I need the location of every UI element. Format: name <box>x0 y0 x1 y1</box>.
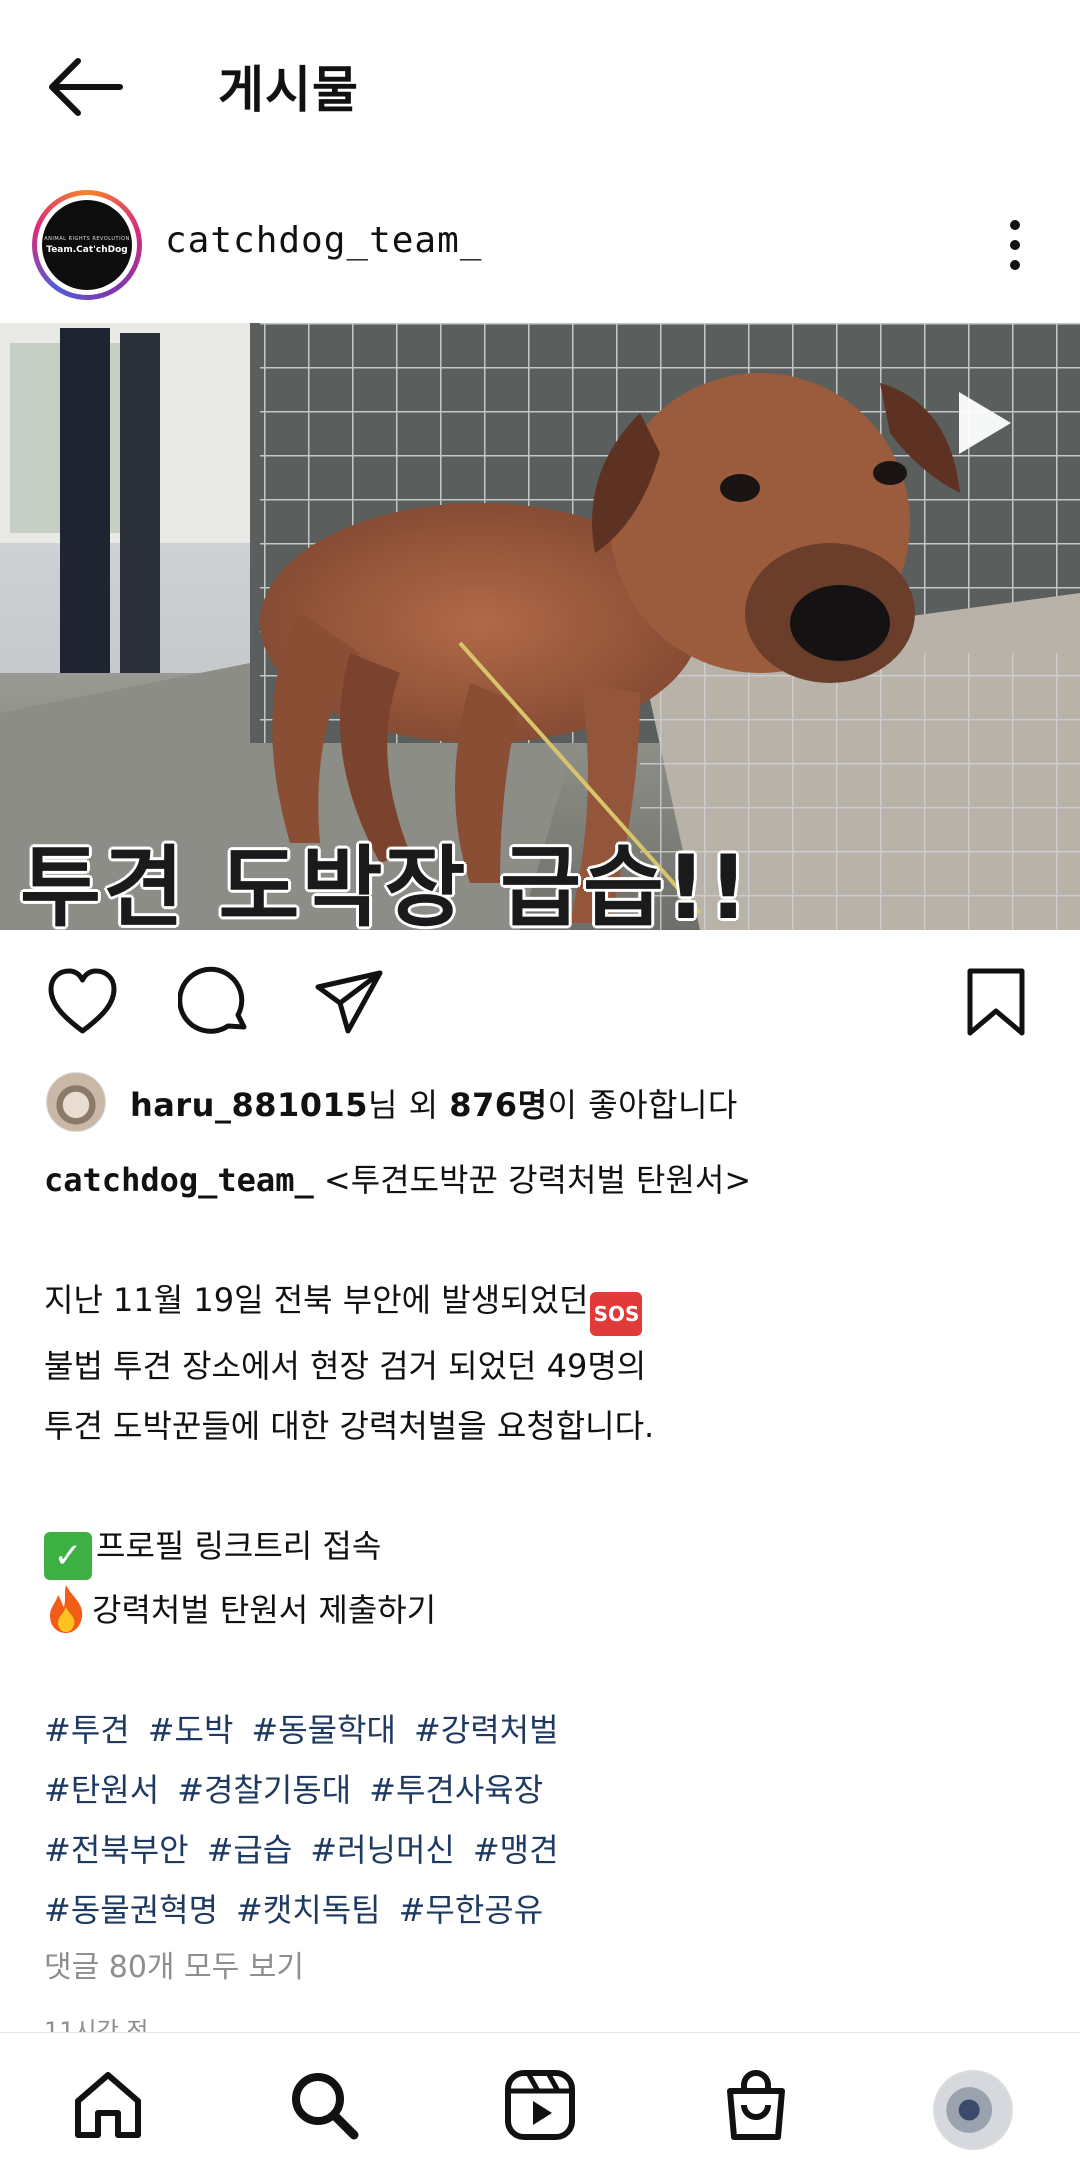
fire-emoji <box>50 1585 83 1633</box>
likes-middle: 님 외 <box>368 1086 450 1124</box>
liker-avatar <box>46 1072 106 1132</box>
video-play-icon[interactable] <box>955 388 1015 458</box>
author-username[interactable]: catchdog_team_ <box>165 220 482 261</box>
hashtag-row: #전북부안 #급습 #러닝머신 #맹견 <box>44 1820 1044 1880</box>
arrow-left-icon <box>49 58 123 116</box>
comment-icon <box>177 966 247 1034</box>
sos-emoji: SOS <box>590 1292 643 1336</box>
hashtag[interactable]: #러닝머신 <box>310 1831 455 1869</box>
likes-count[interactable]: 876명 <box>449 1086 547 1124</box>
nav-shop-button[interactable] <box>718 2067 794 2143</box>
nav-reels-button[interactable] <box>502 2067 578 2143</box>
hashtag[interactable]: #동물권혁명 <box>44 1891 218 1929</box>
media-overlay-text: 투견 도박장 급습!! <box>20 836 751 930</box>
post-author-row: ANIMAL RIGHTS REVOLUTION Team.Cat'chDog … <box>0 185 1080 305</box>
hashtag-list: #투견 #도박 #동물학대 #강력처벌 #탄원서 #경찰기동대 #투견사육장 #전북부안 #… <box>44 1700 1044 1940</box>
post-timestamp: 11시간 전 <box>44 2017 149 2034</box>
nav-search-button[interactable] <box>286 2067 362 2143</box>
shop-icon <box>727 2070 785 2140</box>
hashtag[interactable]: #전북부안 <box>44 1831 189 1869</box>
more-vertical-icon <box>1010 220 1020 270</box>
post-media[interactable]: 투견 도박장 급습!! <box>0 323 1080 930</box>
send-icon <box>315 970 383 1034</box>
nav-home-button[interactable] <box>70 2067 146 2143</box>
check-mark-emoji: ✓ <box>44 1532 92 1580</box>
hashtag[interactable]: #동물학대 <box>251 1711 396 1749</box>
hashtag[interactable]: #도박 <box>148 1711 234 1749</box>
bookmark-icon <box>967 968 1025 1036</box>
top-app-bar: 게시물 <box>0 0 1080 170</box>
hashtag[interactable]: #경찰기동대 <box>177 1771 351 1809</box>
page-title: 게시물 <box>218 61 359 119</box>
caption-username[interactable]: catchdog_team_ <box>44 1161 314 1199</box>
comment-button[interactable] <box>177 965 253 1040</box>
caption-line: 불법 투견 장소에서 현장 검거 되었던 49명의 <box>44 1347 647 1385</box>
liker-username[interactable]: haru_881015 <box>130 1086 368 1124</box>
hashtag-row: #투견 #도박 #동물학대 #강력처벌 <box>44 1700 1044 1760</box>
bottom-navigation <box>0 2032 1080 2179</box>
view-all-comments-link[interactable]: 댓글 80개 모두 보기 <box>44 1942 304 1986</box>
avatar-top-text: ANIMAL RIGHTS REVOLUTION <box>44 235 130 242</box>
caption-line: ✓ 프로필 링크트리 접속 <box>44 1516 1044 1580</box>
hashtag[interactable]: #투견 <box>44 1711 130 1749</box>
hashtag[interactable]: #맹견 <box>473 1831 559 1869</box>
post-caption: catchdog_team_ <투견도박꾼 강력처벌 탄원서> 지난 11월 1… <box>44 1150 1044 1940</box>
author-avatar[interactable]: ANIMAL RIGHTS REVOLUTION Team.Cat'chDog <box>32 190 142 300</box>
reels-icon <box>505 2070 575 2140</box>
hashtag[interactable]: #무한공유 <box>399 1891 544 1929</box>
likes-suffix: 이 좋아합니다 <box>547 1086 738 1124</box>
hashtag[interactable]: #투견사육장 <box>369 1771 543 1809</box>
like-button[interactable] <box>45 965 120 1040</box>
caption-title-line: catchdog_team_ <투견도박꾼 강력처벌 탄원서> <box>44 1150 1044 1210</box>
search-icon <box>292 2073 359 2140</box>
back-button[interactable] <box>40 52 130 122</box>
caption-line: 강력처벌 탄원서 제출하기 <box>44 1580 1044 1640</box>
home-icon <box>75 2072 141 2138</box>
save-button[interactable] <box>960 965 1035 1040</box>
hashtag[interactable]: #강력처벌 <box>414 1711 559 1749</box>
hashtag[interactable]: #탄원서 <box>44 1771 159 1809</box>
hashtag[interactable]: #급습 <box>207 1831 293 1869</box>
hashtag-row: #탄원서 #경찰기동대 #투견사육장 <box>44 1760 1044 1820</box>
hashtag[interactable]: #캣치독팀 <box>236 1891 381 1929</box>
caption-line: 투견 도박꾼들에 대한 강력처벌을 요청합니다. <box>44 1407 655 1445</box>
post-action-bar <box>0 955 1080 1045</box>
likes-summary[interactable]: haru_881015님 외 876명이 좋아합니다 <box>0 1070 1080 1132</box>
caption-title: <투견도박꾼 강력처벌 탄원서> <box>323 1161 752 1199</box>
hashtag-row: #동물권혁명 #캣치독팀 #무한공유 <box>44 1880 1044 1940</box>
avatar-brand-text: Team.Cat'chDog <box>46 244 128 255</box>
more-options-button[interactable] <box>995 215 1035 275</box>
caption-line: 지난 11월 19일 전북 부안에 발생되었던 SOS <box>44 1270 1044 1336</box>
share-button[interactable] <box>312 965 387 1040</box>
likes-text: haru_881015님 외 876명이 좋아합니다 <box>130 1080 738 1126</box>
heart-icon <box>48 968 117 1034</box>
nav-profile-avatar[interactable] <box>933 2070 1013 2150</box>
